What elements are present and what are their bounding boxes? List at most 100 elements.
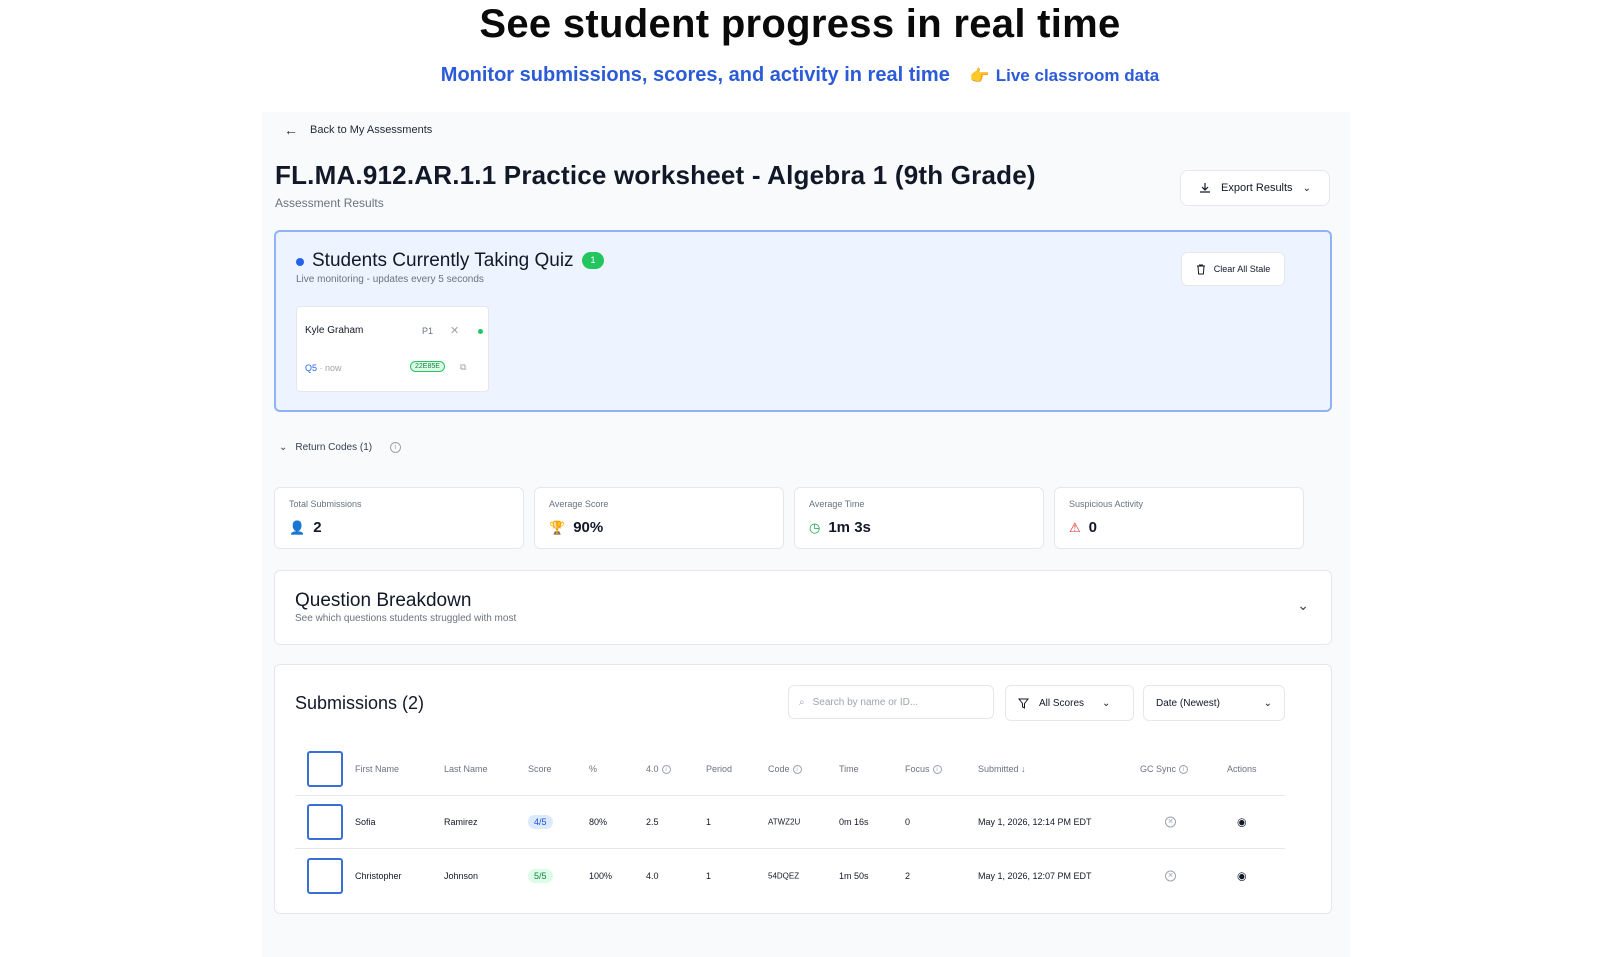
stat-value: 0: [1088, 519, 1097, 536]
view-eye-icon[interactable]: ◉: [1237, 869, 1247, 882]
score-filter-select[interactable]: All Scores ⌄: [1005, 685, 1134, 721]
cell-focus: 2: [905, 870, 911, 881]
score-badge: 4/5: [528, 815, 553, 829]
return-codes-label: Return Codes (1): [295, 442, 373, 453]
search-placeholder: Search by name or ID...: [812, 696, 919, 708]
select-all-checkbox[interactable]: [307, 751, 343, 787]
close-icon[interactable]: ✕: [450, 324, 459, 337]
stat-suspicious-activity: Suspicious Activity ⚠ 0: [1054, 487, 1304, 549]
cell-last-name: Johnson: [444, 870, 479, 881]
clear-all-stale-button[interactable]: Clear All Stale: [1181, 252, 1285, 286]
row-checkbox[interactable]: [307, 804, 343, 840]
return-codes-toggle[interactable]: ⌄ Return Codes (1) i: [279, 442, 402, 453]
score-badge: 5/5: [528, 868, 553, 883]
column-header-code[interactable]: Code i: [768, 764, 802, 775]
student-name: Kyle Graham: [305, 325, 364, 336]
pointing-hand-icon: 👉: [969, 67, 990, 85]
column-header-first-name[interactable]: First Name: [355, 764, 399, 774]
page-subtitle: Assessment Results: [275, 196, 384, 210]
download-icon: [1200, 183, 1211, 193]
back-link[interactable]: ← Back to My Assessments: [284, 122, 432, 138]
cell-submitted: May 1, 2026, 12:07 PM EDT: [978, 870, 1092, 881]
filter-icon: [1018, 698, 1029, 709]
stat-average-score: Average Score 🏆 90%: [534, 487, 784, 549]
warning-icon: ⚠: [1069, 519, 1081, 535]
cell-code: 54DQEZ: [768, 871, 800, 880]
column-header-focus[interactable]: Focus i: [905, 764, 942, 775]
current-question: Q5 · now: [305, 363, 342, 373]
hero-tag-label: Live classroom data: [995, 65, 1160, 85]
column-header-submitted[interactable]: Submitted ↓: [978, 764, 1026, 774]
column-header-actions: Actions: [1227, 764, 1257, 774]
hero-tag: 👉 Live classroom data: [970, 66, 1159, 86]
chevron-down-icon: ⌄: [1102, 697, 1111, 709]
view-eye-icon[interactable]: ◉: [1237, 816, 1247, 829]
live-monitor-subtitle: Live monitoring - updates every 5 second…: [296, 274, 484, 285]
copy-icon[interactable]: ⧉: [460, 362, 466, 373]
hero-title: See student progress in real time: [479, 2, 1121, 46]
gc-sync-status-icon: ✕: [1165, 816, 1176, 828]
stat-value: 1m 3s: [828, 519, 871, 536]
hero-subtitle: Monitor submissions, scores, and activit…: [440, 64, 950, 86]
stat-value: 2: [313, 519, 322, 536]
column-header-time[interactable]: Time: [839, 764, 859, 774]
live-monitor-panel: Students Currently Taking Quiz 1 Live mo…: [274, 230, 1332, 412]
table-row[interactable]: Christopher Johnson 5/5 100% 4.0 1 54DQE…: [295, 849, 1285, 902]
user-icon: 👤: [289, 519, 306, 535]
trash-icon: [1196, 264, 1205, 274]
column-header-score[interactable]: Score: [528, 764, 552, 774]
online-status-dot: [478, 329, 483, 334]
gc-sync-status-icon: ✕: [1165, 870, 1176, 881]
info-icon: i: [792, 765, 802, 775]
cell-submitted: May 1, 2026, 12:14 PM EDT: [978, 817, 1092, 827]
chevron-down-icon: ⌄: [279, 442, 288, 453]
stat-total-submissions: Total Submissions 👤 2: [274, 487, 524, 549]
row-checkbox[interactable]: [307, 857, 343, 894]
table-header-row: First Name Last Name Score % 4.0 i Period…: [295, 743, 1285, 796]
export-results-button[interactable]: Export Results ⌄: [1180, 170, 1330, 206]
arrow-left-icon: ←: [284, 122, 298, 138]
search-icon: ⌕: [799, 696, 805, 708]
cell-first-name: Christopher: [355, 870, 402, 881]
student-code-badge: 22E85E: [410, 361, 445, 372]
cell-time: 0m 16s: [839, 817, 869, 827]
table-row[interactable]: Sofia Ramirez 4/5 80% 2.5 1 ATWZ2U 0m 16…: [295, 796, 1285, 849]
info-icon: i: [932, 765, 942, 775]
cell-last-name: Ramirez: [444, 817, 478, 827]
info-icon[interactable]: i: [390, 442, 402, 453]
cell-time: 1m 50s: [839, 870, 869, 881]
cell-first-name: Sofia: [355, 817, 376, 827]
cell-period: 1: [706, 817, 712, 827]
cell-percent: 80%: [589, 817, 608, 827]
column-header-percent[interactable]: %: [589, 764, 597, 774]
active-student-card[interactable]: Kyle Graham P1 ✕ Q5 · now 22E85E ⧉: [296, 306, 489, 392]
active-count-badge: 1: [582, 252, 604, 269]
column-header-last-name[interactable]: Last Name: [444, 764, 488, 774]
submissions-title: Submissions (2): [295, 693, 425, 713]
sort-label: Date (Newest): [1156, 697, 1220, 709]
stat-average-time: Average Time ◷ 1m 3s: [794, 487, 1044, 549]
column-header-gc-sync[interactable]: GC Sync i: [1140, 764, 1189, 775]
live-indicator-dot: [296, 258, 304, 266]
question-breakdown-title: Question Breakdown: [295, 590, 472, 611]
cell-code: ATWZ2U: [768, 817, 801, 827]
search-input[interactable]: ⌕ Search by name or ID...: [788, 685, 994, 719]
chevron-down-icon: ⌄: [1263, 697, 1272, 709]
column-header-gpa[interactable]: 4.0 i: [646, 764, 671, 775]
column-header-period[interactable]: Period: [706, 764, 732, 774]
export-results-label: Export Results: [1221, 182, 1293, 194]
cell-gpa: 2.5: [646, 817, 659, 827]
clock-icon: ◷: [809, 519, 821, 535]
page-title: FL.MA.912.AR.1.1 Practice worksheet - Al…: [275, 160, 1036, 190]
question-breakdown-panel[interactable]: Question Breakdown See which questions s…: [274, 570, 1332, 645]
cell-percent: 100%: [589, 870, 613, 881]
info-icon: i: [1179, 765, 1189, 775]
chevron-down-icon[interactable]: ⌄: [1297, 597, 1309, 614]
stat-label: Average Time: [809, 499, 865, 509]
live-monitor-title: Students Currently Taking Quiz: [312, 250, 574, 271]
submissions-table: First Name Last Name Score % 4.0 i Period…: [295, 743, 1285, 902]
score-filter-label: All Scores: [1039, 697, 1085, 709]
app-window: ← Back to My Assessments FL.MA.912.AR.1.…: [262, 112, 1350, 957]
sort-select[interactable]: Date (Newest) ⌄: [1143, 685, 1285, 721]
question-breakdown-subtitle: See which questions students struggled w…: [295, 613, 517, 624]
